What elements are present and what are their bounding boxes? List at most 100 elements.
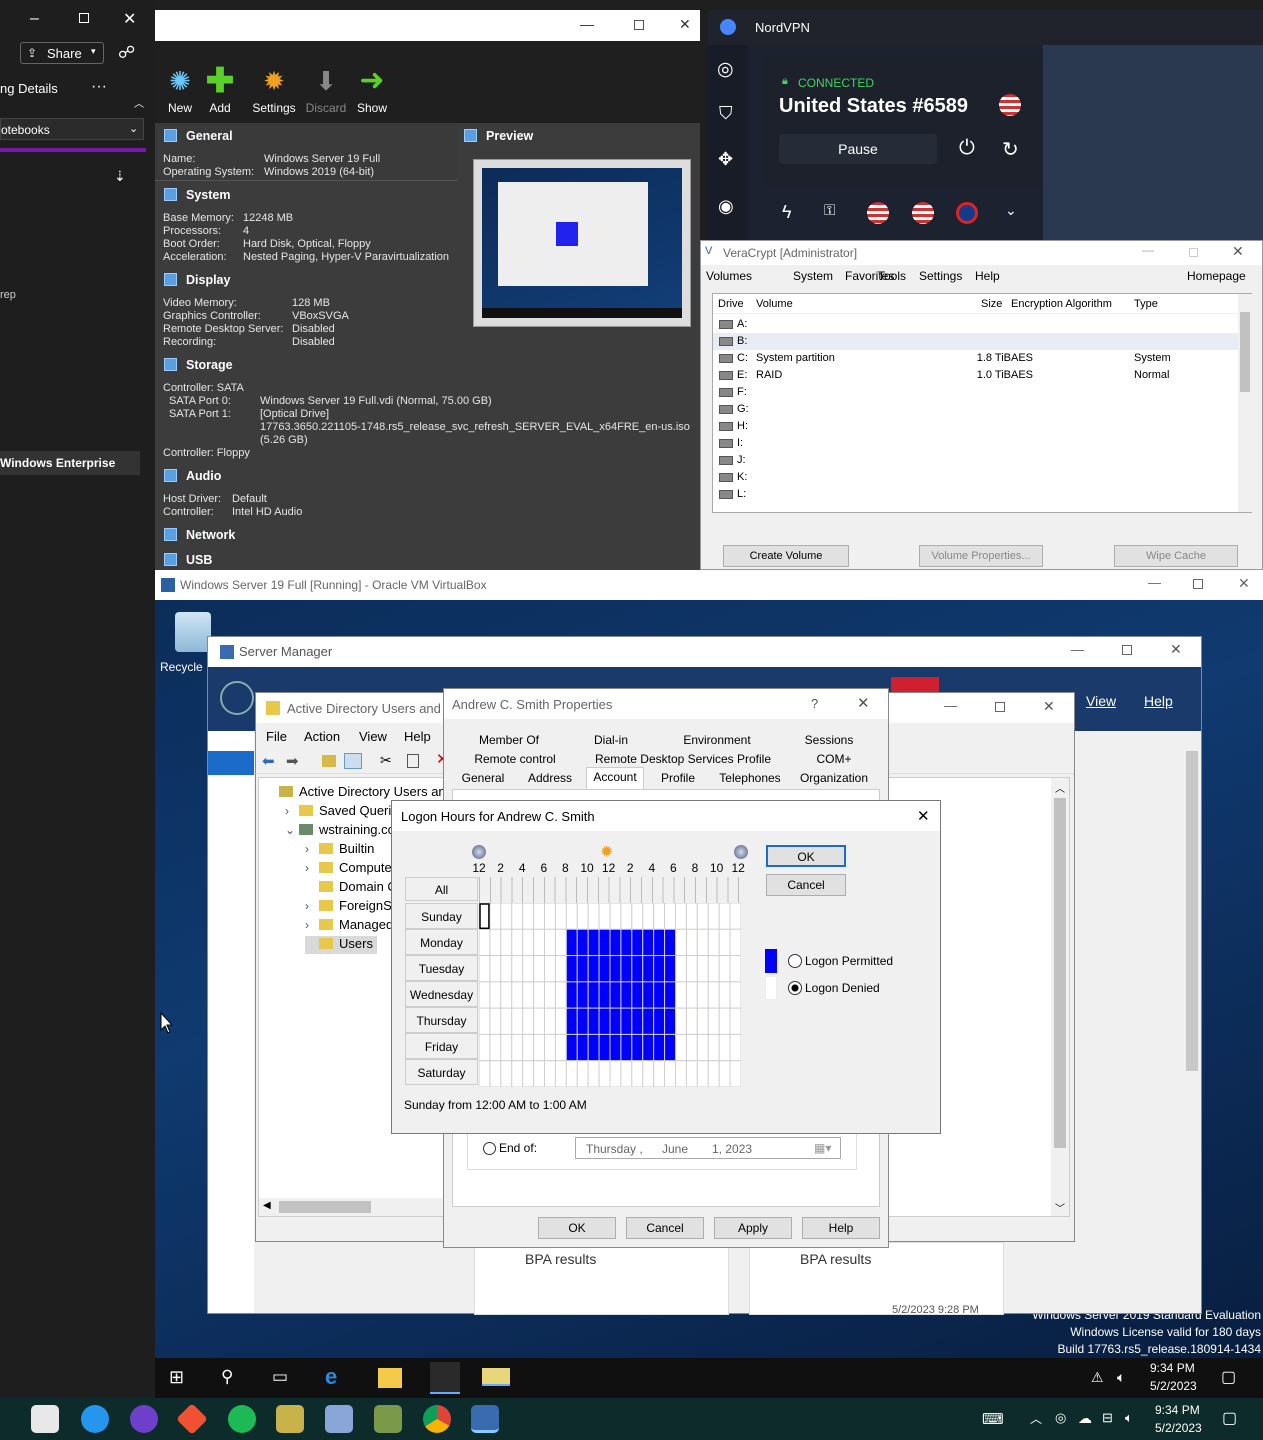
hour-cell[interactable]	[696, 903, 709, 930]
ok-button[interactable]: OK	[766, 845, 846, 867]
help-icon[interactable]: ?	[811, 696, 818, 711]
cancel-button[interactable]: Cancel	[626, 1217, 704, 1239]
us-flag-icon[interactable]	[867, 202, 889, 224]
hour-cell[interactable]	[609, 1033, 622, 1062]
drive-row[interactable]: A:	[713, 316, 1238, 333]
task-view-icon[interactable]: ▭	[272, 1367, 288, 1387]
hour-cell[interactable]	[533, 955, 545, 983]
chevron-right-icon[interactable]: ›	[305, 842, 317, 856]
spotify-icon[interactable]	[228, 1405, 256, 1433]
tree-item[interactable]: › Builtin	[305, 841, 374, 859]
hour-cell[interactable]	[729, 1033, 741, 1062]
day-button-sunday[interactable]: Sunday	[405, 903, 478, 929]
storage-section-header[interactable]: Storage	[164, 358, 233, 372]
menu-settings[interactable]: Settings	[919, 269, 962, 283]
hour-cell[interactable]	[696, 928, 709, 957]
hour-cell[interactable]	[642, 1060, 655, 1087]
maximize-icon[interactable]	[1122, 645, 1132, 655]
scrollbar-thumb[interactable]	[1186, 751, 1198, 1071]
column-drive[interactable]: Drive	[718, 298, 744, 310]
column-type[interactable]: Type	[1134, 298, 1158, 310]
close-icon[interactable]: ✕	[1170, 641, 1182, 658]
hour-cell[interactable]	[685, 1060, 698, 1087]
git-icon[interactable]	[176, 1403, 208, 1435]
hour-cell[interactable]	[653, 928, 666, 957]
hour-cell[interactable]	[631, 1060, 644, 1087]
hour-cell[interactable]	[479, 1033, 491, 1062]
hour-cell[interactable]	[511, 928, 524, 957]
hour-cell[interactable]	[642, 981, 655, 1009]
hour-cell[interactable]	[620, 955, 633, 983]
nav-dashboard[interactable]	[208, 751, 254, 775]
vm-clock-time[interactable]: 9:34 PM	[1150, 1361, 1195, 1375]
hour-cell[interactable]	[500, 955, 513, 983]
hour-cell[interactable]	[511, 1033, 524, 1062]
close-icon[interactable]: ✕	[123, 9, 136, 29]
close-icon[interactable]: ✕	[1232, 243, 1244, 260]
search-icon[interactable]: ⚲	[221, 1367, 233, 1387]
back-icon[interactable]	[220, 681, 254, 715]
hour-cell[interactable]	[707, 1060, 720, 1087]
hour-cell[interactable]	[653, 1060, 666, 1087]
hour-cell[interactable]	[533, 928, 545, 957]
preview-section-header[interactable]: Preview	[464, 129, 533, 143]
day-button-monday[interactable]: Monday	[405, 929, 478, 955]
scroll-down-icon[interactable]: ﹀	[1055, 1200, 1065, 1215]
hour-cell[interactable]	[533, 1060, 545, 1087]
host-clock-time[interactable]: 9:34 PM	[1155, 1403, 1200, 1417]
ok-button[interactable]: OK	[538, 1217, 616, 1239]
hour-cell[interactable]	[718, 1033, 731, 1062]
tree-item[interactable]: ⌄ wstraining.com	[285, 822, 406, 840]
uk-flag-icon[interactable]	[956, 202, 978, 224]
hour-cell[interactable]	[696, 1007, 709, 1035]
hour-cell[interactable]	[642, 1007, 655, 1035]
tab-dial-in[interactable]: Dial-in	[566, 731, 656, 749]
minimize-icon[interactable]: —	[944, 698, 957, 713]
share-button[interactable]: Share ⇪ ▾	[20, 42, 104, 64]
hour-cell[interactable]	[620, 928, 633, 957]
day-button-friday[interactable]: Friday	[405, 1033, 478, 1059]
chevron-right-icon[interactable]: ›	[285, 804, 297, 818]
hour-cell[interactable]	[500, 1033, 513, 1062]
hour-cell[interactable]	[718, 928, 731, 957]
cut-icon[interactable]: ✂	[380, 752, 392, 769]
audio-section-header[interactable]: Audio	[164, 469, 221, 483]
day-button-tuesday[interactable]: Tuesday	[405, 955, 478, 981]
hour-cell[interactable]	[620, 1007, 633, 1035]
volume-icon[interactable]: 🔈︎	[1117, 1369, 1125, 1386]
hour-cell[interactable]	[500, 903, 513, 930]
hour-cell[interactable]	[489, 928, 502, 957]
hour-cell[interactable]	[576, 955, 589, 983]
hour-cell[interactable]	[609, 1060, 622, 1087]
hour-cell[interactable]	[696, 1033, 709, 1062]
network-tray-icon[interactable]: ⚠	[1091, 1369, 1104, 1386]
refresh-icon[interactable]: ↻	[1002, 137, 1019, 162]
hour-cell[interactable]	[544, 1033, 556, 1062]
hour-cell[interactable]	[511, 981, 524, 1009]
hour-cell[interactable]	[664, 981, 676, 1009]
dedicated-ip-icon[interactable]: ⚿	[824, 202, 835, 219]
globe-icon[interactable]: ◎	[717, 58, 734, 81]
maximize-icon[interactable]	[995, 702, 1005, 712]
hour-cell[interactable]	[489, 903, 502, 930]
hour-cell[interactable]	[565, 1033, 578, 1062]
hour-cell[interactable]	[729, 1007, 741, 1035]
hour-cell[interactable]	[685, 903, 698, 930]
hour-cell[interactable]	[533, 1033, 545, 1062]
hour-cell[interactable]	[544, 955, 556, 983]
tab-telephones[interactable]: Telephones	[712, 769, 788, 787]
minimize-icon[interactable]: —	[1071, 642, 1084, 657]
hour-cell[interactable]	[587, 981, 600, 1009]
target-icon[interactable]: ◉	[718, 196, 734, 217]
hour-cell[interactable]	[729, 903, 741, 930]
details-dropdown[interactable]: ng Details	[0, 81, 58, 96]
feedback-icon[interactable]: ☍	[118, 43, 135, 63]
hour-cell[interactable]	[479, 1060, 491, 1087]
scrollbar-thumb[interactable]	[279, 1201, 371, 1213]
close-icon[interactable]: ✕	[1238, 575, 1250, 592]
hour-cell[interactable]	[653, 1033, 666, 1062]
hour-cell[interactable]	[554, 928, 567, 957]
hour-cell[interactable]	[642, 1033, 655, 1062]
lightning-icon[interactable]: ϟ	[782, 202, 792, 223]
hour-cell[interactable]	[675, 1007, 687, 1035]
